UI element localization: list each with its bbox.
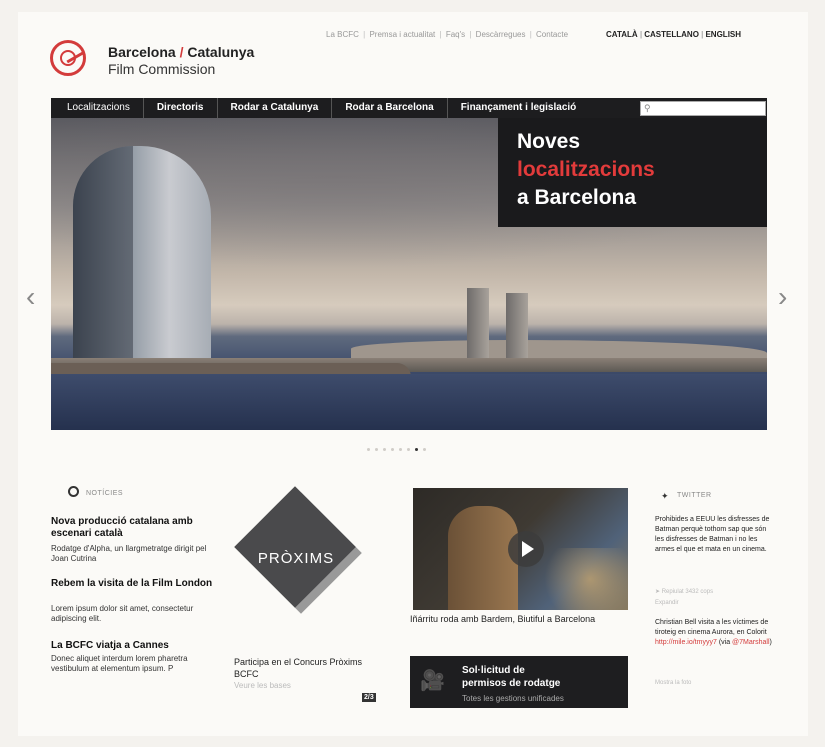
hero-banner[interactable]: Noves localitzacions a Barcelona	[498, 118, 767, 227]
nav-rodar-barcelona[interactable]: Rodar a Barcelona	[332, 98, 448, 118]
news-text-3: Donec aliquet interdum lorem pharetra ve…	[51, 654, 188, 673]
nav-rodar-catalunya[interactable]: Rodar a Catalunya	[218, 98, 333, 118]
slider-dot[interactable]	[415, 448, 418, 451]
bcfc-logo-icon[interactable]	[50, 40, 86, 76]
nav-localitzacions[interactable]: Localitzacions	[51, 98, 144, 118]
news-title-1[interactable]: Nova producció catalana amb escenari cat…	[51, 516, 221, 540]
slider-dot[interactable]	[367, 448, 370, 451]
top-link-descarregues[interactable]: Descàrregues	[476, 30, 526, 39]
logo-subtitle: Film Commission	[108, 61, 216, 77]
tweet-2-handle[interactable]: @7Marshall	[732, 639, 769, 646]
search-input[interactable]: ⚲	[640, 101, 766, 116]
lang-english[interactable]: ENGLISH	[705, 30, 741, 39]
tweet-1-expand[interactable]: Expandir	[655, 600, 679, 606]
tweet-2-link[interactable]: http://mile.io/tmyyy7	[655, 639, 717, 646]
language-switcher: CATALÀ | CASTELLANO | ENGLISH	[606, 30, 742, 39]
nav-financament[interactable]: Finançament i legislació	[448, 98, 590, 118]
top-link-premsa[interactable]: Premsa i actualitat	[369, 30, 435, 39]
twitter-heading: TWITTER	[677, 492, 712, 499]
proxims-title[interactable]: Participa en el Concurs Pròxims BCFC	[234, 656, 384, 680]
slider-dot[interactable]	[383, 448, 386, 451]
proxims-link[interactable]: Veure les bases	[234, 681, 291, 690]
twin-tower-right	[506, 293, 528, 358]
chevron-right-icon[interactable]: ›	[778, 283, 787, 311]
chevron-left-icon[interactable]: ‹	[26, 283, 35, 311]
globe-icon	[68, 486, 79, 497]
news-title-2[interactable]: Rebem la visita de la Film London	[51, 578, 221, 590]
twin-tower-left	[467, 288, 489, 358]
lang-castellano[interactable]: CASTELLANO	[644, 30, 699, 39]
search-icon: ⚲	[644, 103, 651, 113]
permits-button[interactable]: 🎥 Sol·licitud de permisos de rodatge Tot…	[410, 656, 628, 708]
slider-dot[interactable]	[375, 448, 378, 451]
proxims-label: PRÒXIMS	[257, 550, 335, 567]
logo-title[interactable]: Barcelona / Catalunya	[108, 44, 254, 60]
slider-dot[interactable]	[399, 448, 402, 451]
sea	[51, 374, 767, 430]
play-icon[interactable]	[508, 531, 544, 567]
news-text-1: Rodatge d'Alpha, un llargmetratge dirigi…	[51, 544, 207, 563]
slider-dot[interactable]	[391, 448, 394, 451]
news-title-3[interactable]: La BCFC viatja a Cannes	[51, 640, 221, 652]
proxims-pager[interactable]: 2/3	[362, 693, 376, 702]
film-camera-icon: 🎥	[420, 670, 445, 692]
lang-catala[interactable]: CATALÀ	[606, 30, 638, 39]
top-links: La BCFC | Premsa i actualitat | Faq's | …	[326, 30, 569, 39]
tweet-1-retweets[interactable]: ➤ Repiulat 3432 cops	[655, 588, 713, 595]
nav-directoris[interactable]: Directoris	[144, 98, 218, 118]
top-link-faqs[interactable]: Faq's	[446, 30, 465, 39]
twitter-bird-icon: ✦	[661, 491, 669, 501]
tweet-1-text: Prohibides a EEUU les disfresses de Batm…	[655, 516, 770, 553]
slider-dots	[367, 448, 426, 451]
top-link-la-bcfc[interactable]: La BCFC	[326, 30, 359, 39]
tweet-2-show-photo[interactable]: Mostra la foto	[655, 680, 691, 686]
top-link-contacte[interactable]: Contacte	[536, 30, 568, 39]
news-text-2: Lorem ipsum dolor sit amet, consectetur …	[51, 604, 194, 623]
video-caption[interactable]: Iñárritu roda amb Bardem, Biutiful a Bar…	[410, 613, 610, 625]
news-heading: NOTÍCIES	[86, 490, 124, 497]
slider-dot[interactable]	[423, 448, 426, 451]
slider-dot[interactable]	[407, 448, 410, 451]
tweet-2-text: Christian Bell visita a les víctimes de …	[655, 619, 772, 646]
